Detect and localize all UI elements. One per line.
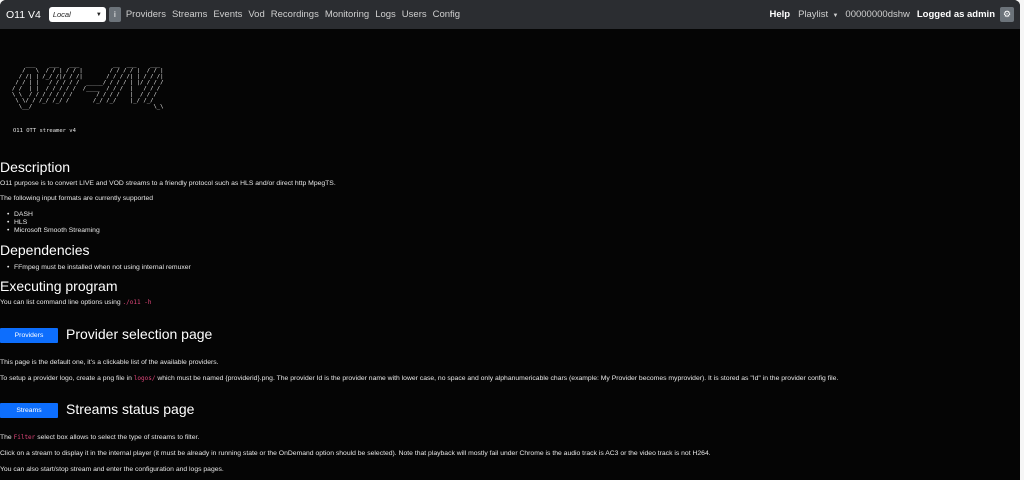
streams-button[interactable]: Streams [0,403,58,418]
nav-users[interactable]: Users [402,9,427,20]
info-button[interactable]: i [108,7,121,22]
instance-id: 00000000dshw [845,9,910,20]
gear-icon: ⚙ [1002,9,1012,19]
nav-logs[interactable]: Logs [375,9,396,20]
playlist-dropdown[interactable]: Playlist ▼ [798,9,838,20]
providers-paragraph-1: This page is the default one, it's a cli… [0,359,219,366]
nav-monitoring[interactable]: Monitoring [325,9,369,20]
nav-providers[interactable]: Providers [126,9,166,20]
executing-text: You can list command line options using … [0,299,151,306]
nav-streams[interactable]: Streams [172,9,207,20]
logo-subtitle: O11 OTT streamer v4 [13,128,76,134]
streams-heading: Streams status page [66,401,195,417]
settings-button[interactable]: ⚙ [1000,7,1014,22]
executing-label: You can list command line options using [0,299,121,306]
streams-paragraph-3: You can also start/stop stream and enter… [0,466,224,473]
streams-paragraph-1: The Filter select box allows to select t… [0,434,199,441]
navbar-right: Help Playlist ▼ 00000000dshw Logged as a… [769,0,1020,29]
providers-p2-post: which must be named {providerid}.png. Th… [157,375,839,382]
nav-events[interactable]: Events [213,9,242,20]
top-navbar: O11 V4 Local ▼ i Providers Streams Event… [0,0,1020,29]
logged-user: Logged as admin [916,9,995,20]
filter-code: Filter [13,434,36,441]
help-link[interactable]: Help [769,9,790,20]
executing-heading: Executing program [0,278,118,294]
format-item-dash: DASH [7,211,33,218]
brand-title[interactable]: O11 V4 [6,9,41,21]
streams-p1-post: select box allows to select the type of … [37,434,200,441]
dependencies-heading: Dependencies [0,242,90,258]
chevron-down-icon: ▼ [830,13,839,19]
dependency-item: FFmpeg must be installed when not using … [7,264,191,271]
info-icon: i [113,10,116,19]
executing-code: ./o11 -h [122,299,152,306]
streams-paragraph-2: Click on a stream to display it in the i… [0,450,711,457]
format-item-hls: HLS [7,219,27,226]
mode-select-value: Local [52,10,71,19]
ascii-logo: ___ ___ ___ __ ___ ___ / \ / / | / / | /… [12,62,164,110]
providers-button[interactable]: Providers [0,328,58,343]
nav-recordings[interactable]: Recordings [271,9,319,20]
formats-intro: The following input formats are currentl… [0,195,154,202]
providers-heading: Provider selection page [66,326,213,342]
description-text: O11 purpose is to convert LIVE and VOD s… [0,180,336,187]
format-item-mss: Microsoft Smooth Streaming [7,227,100,234]
providers-paragraph-2: To setup a provider logo, create a png f… [0,375,838,382]
streams-p1-pre: The [0,434,12,441]
mode-select[interactable]: Local ▼ [48,7,106,22]
providers-p2-pre: To setup a provider logo, create a png f… [0,375,132,382]
description-heading: Description [0,159,71,175]
logos-code: logos/ [133,375,156,382]
caret-down-icon: ▼ [95,11,102,18]
playlist-label: Playlist [798,9,829,20]
app-window: O11 V4 Local ▼ i Providers Streams Event… [0,0,1020,480]
nav-config[interactable]: Config [433,9,460,20]
nav-vod[interactable]: Vod [248,9,264,20]
